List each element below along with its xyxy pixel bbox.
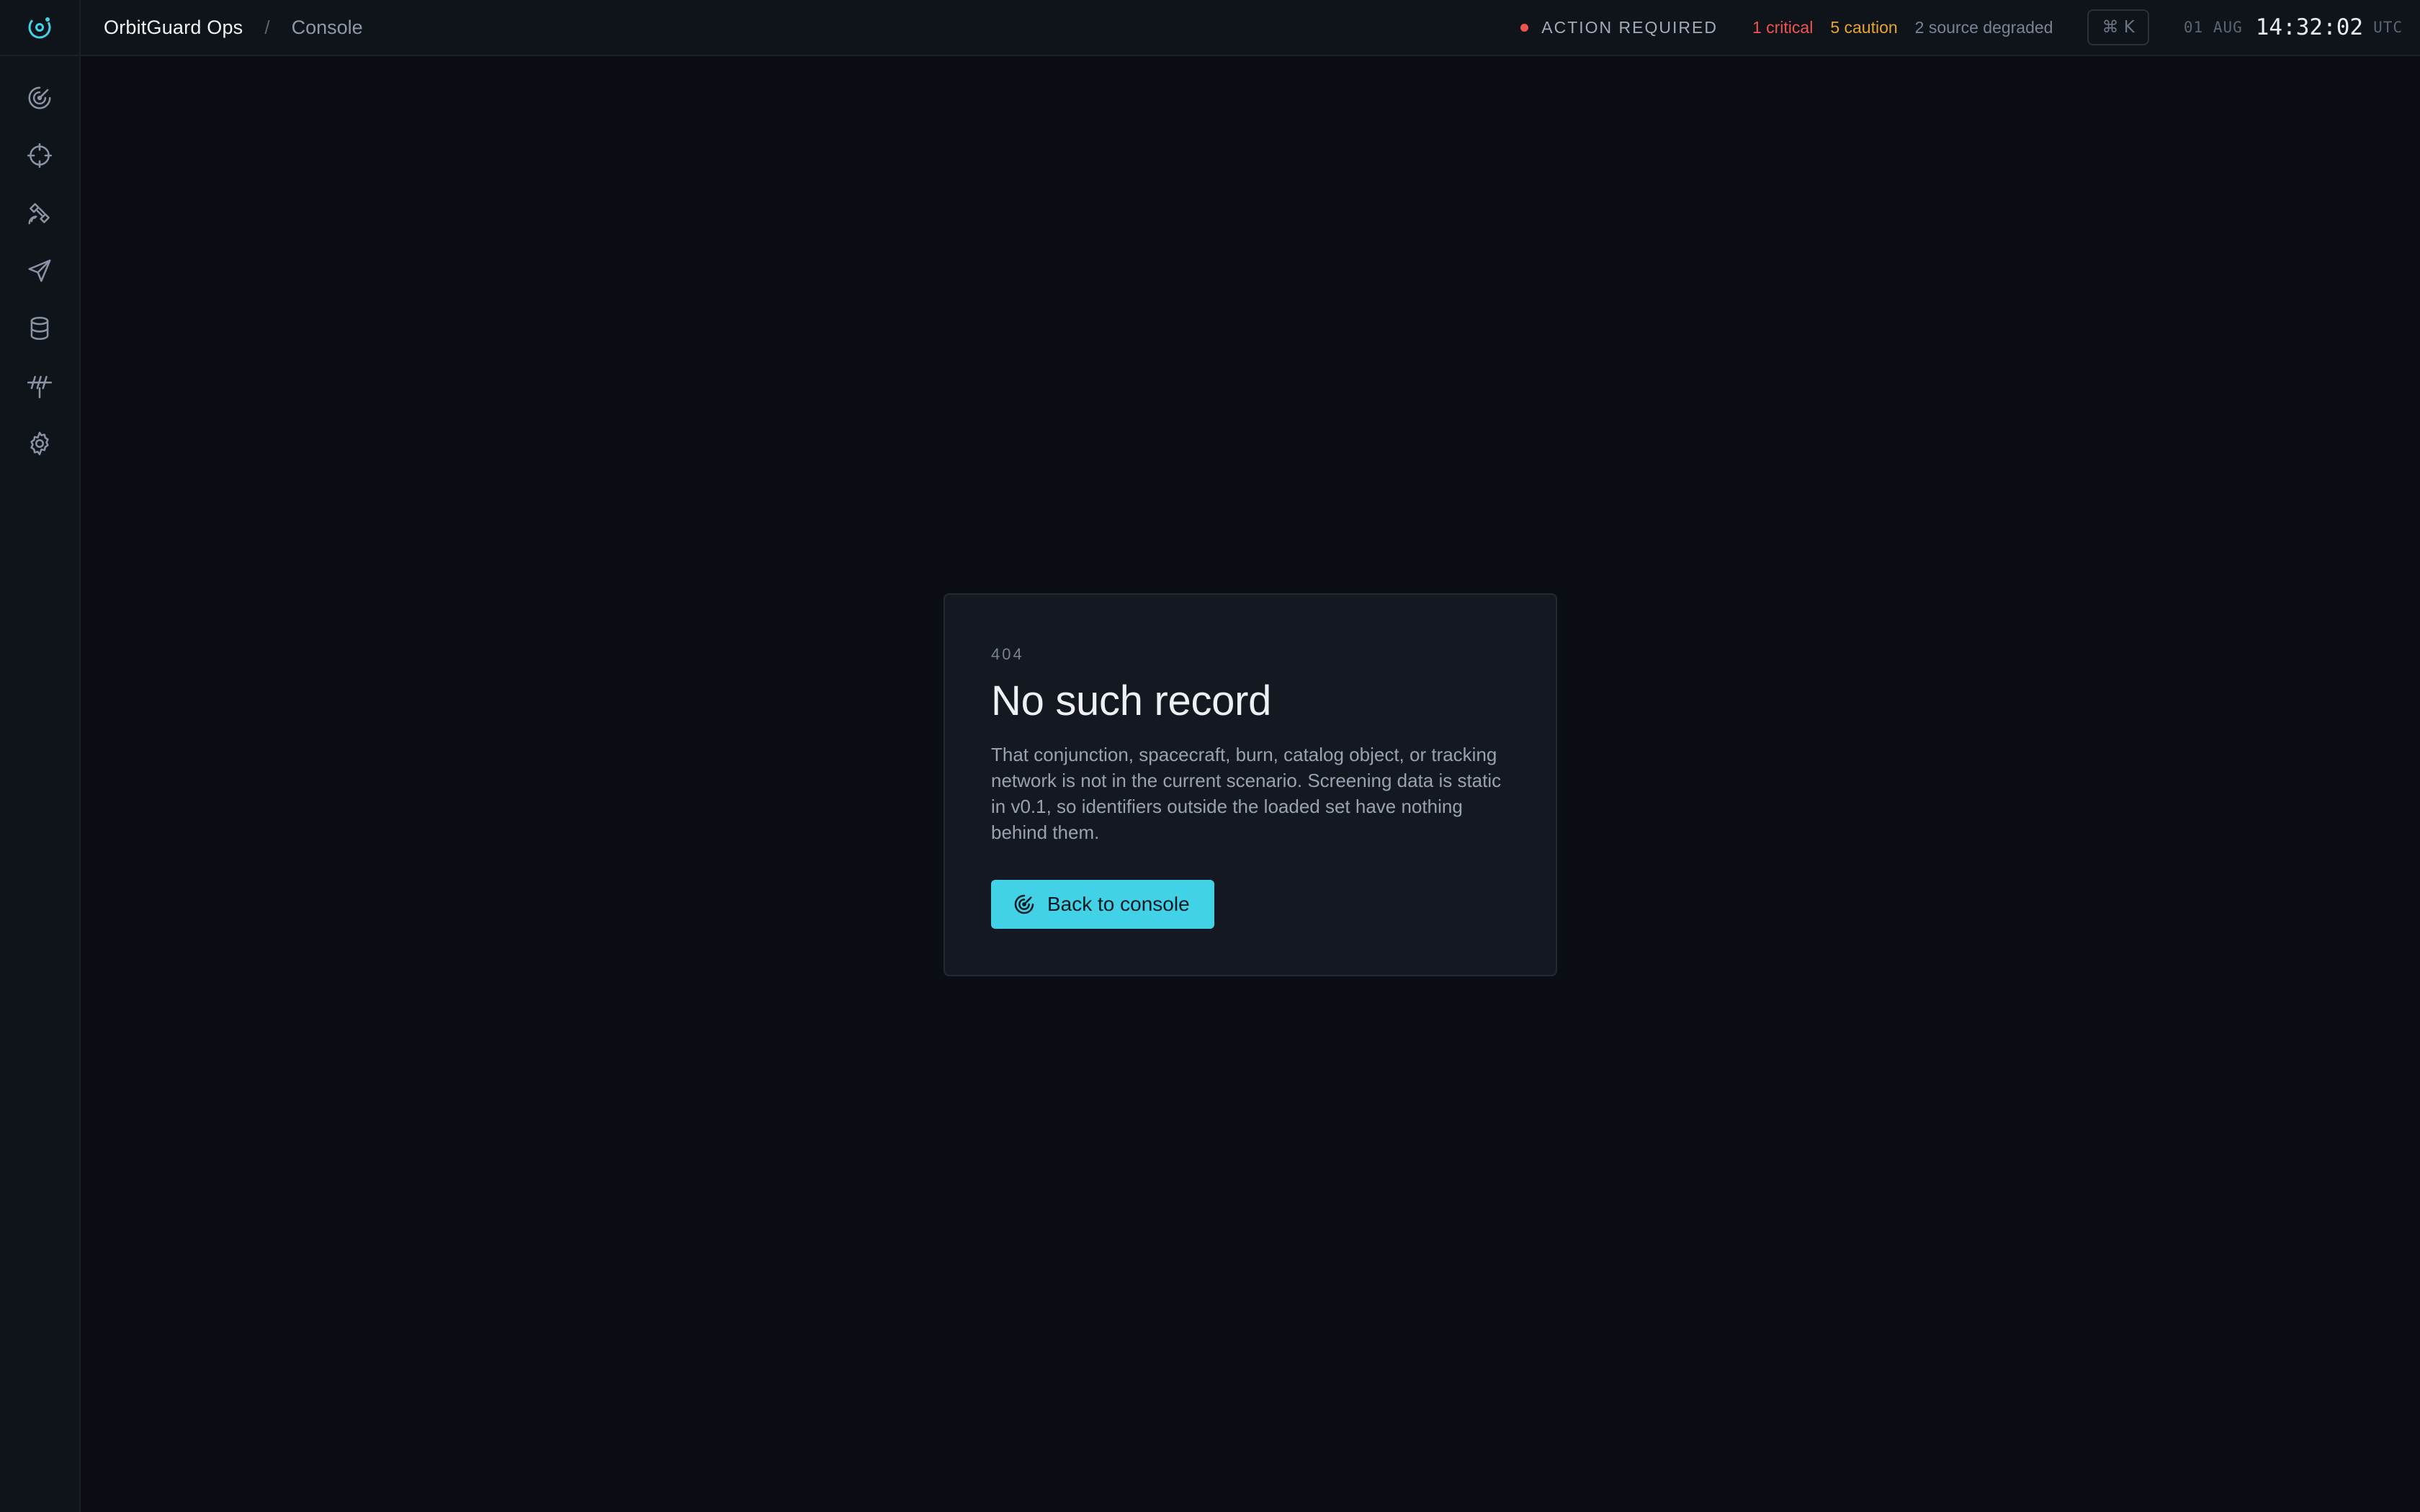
radar-icon bbox=[1014, 894, 1034, 914]
satellite-icon bbox=[28, 203, 50, 225]
sidebar-item-settings[interactable] bbox=[0, 415, 79, 472]
status-area: ACTION REQUIRED 1 critical 5 caution 2 s… bbox=[1520, 0, 2420, 55]
radar-icon bbox=[28, 86, 51, 109]
back-to-console-button[interactable]: Back to console bbox=[991, 880, 1214, 929]
critical-count[interactable]: 1 critical bbox=[1752, 18, 1813, 37]
degraded-source-count[interactable]: 2 source degraded bbox=[1915, 18, 2053, 37]
top-bar: OrbitGuard Ops / Console ACTION REQUIRED… bbox=[81, 0, 2420, 56]
alert-status-label[interactable]: ACTION REQUIRED bbox=[1541, 18, 1718, 37]
error-message: That conjunction, spacecraft, burn, cata… bbox=[991, 744, 1502, 843]
back-to-console-label: Back to console bbox=[1047, 893, 1190, 915]
sidebar-nav bbox=[0, 69, 79, 472]
antenna-icon bbox=[27, 376, 53, 399]
alert-indicator-dot bbox=[1520, 23, 1529, 32]
sidebar-item-spacecraft[interactable] bbox=[0, 184, 79, 242]
not-found-card: 404 No such record That conjunction, spa… bbox=[944, 593, 1557, 976]
sidebar-item-radar[interactable] bbox=[0, 69, 79, 127]
timezone-label: UTC bbox=[2373, 19, 2403, 36]
breadcrumb-app-name[interactable]: OrbitGuard Ops bbox=[104, 17, 243, 39]
send-icon bbox=[28, 259, 51, 282]
gear-icon bbox=[30, 431, 49, 456]
crosshair-icon bbox=[27, 143, 53, 168]
sidebar-item-targets[interactable] bbox=[0, 127, 79, 184]
breadcrumb-page: Console bbox=[291, 16, 363, 38]
app-logo[interactable] bbox=[0, 0, 79, 56]
utc-clock: 14:32:02 bbox=[2255, 14, 2364, 40]
sidebar bbox=[0, 0, 81, 1512]
utc-date: 01 AUG bbox=[2183, 19, 2243, 36]
breadcrumb-separator: / bbox=[264, 16, 270, 38]
error-title: No such record bbox=[991, 678, 1272, 724]
database-icon bbox=[30, 317, 49, 340]
sidebar-item-tracking[interactable] bbox=[0, 357, 79, 415]
command-palette-shortcut[interactable]: ⌘ K bbox=[2087, 9, 2149, 45]
sidebar-item-maneuvers[interactable] bbox=[0, 242, 79, 300]
error-code: 404 bbox=[991, 645, 1024, 663]
caution-count[interactable]: 5 caution bbox=[1830, 18, 1897, 37]
sidebar-item-catalog[interactable] bbox=[0, 300, 79, 357]
orbit-logo-icon bbox=[28, 16, 51, 39]
